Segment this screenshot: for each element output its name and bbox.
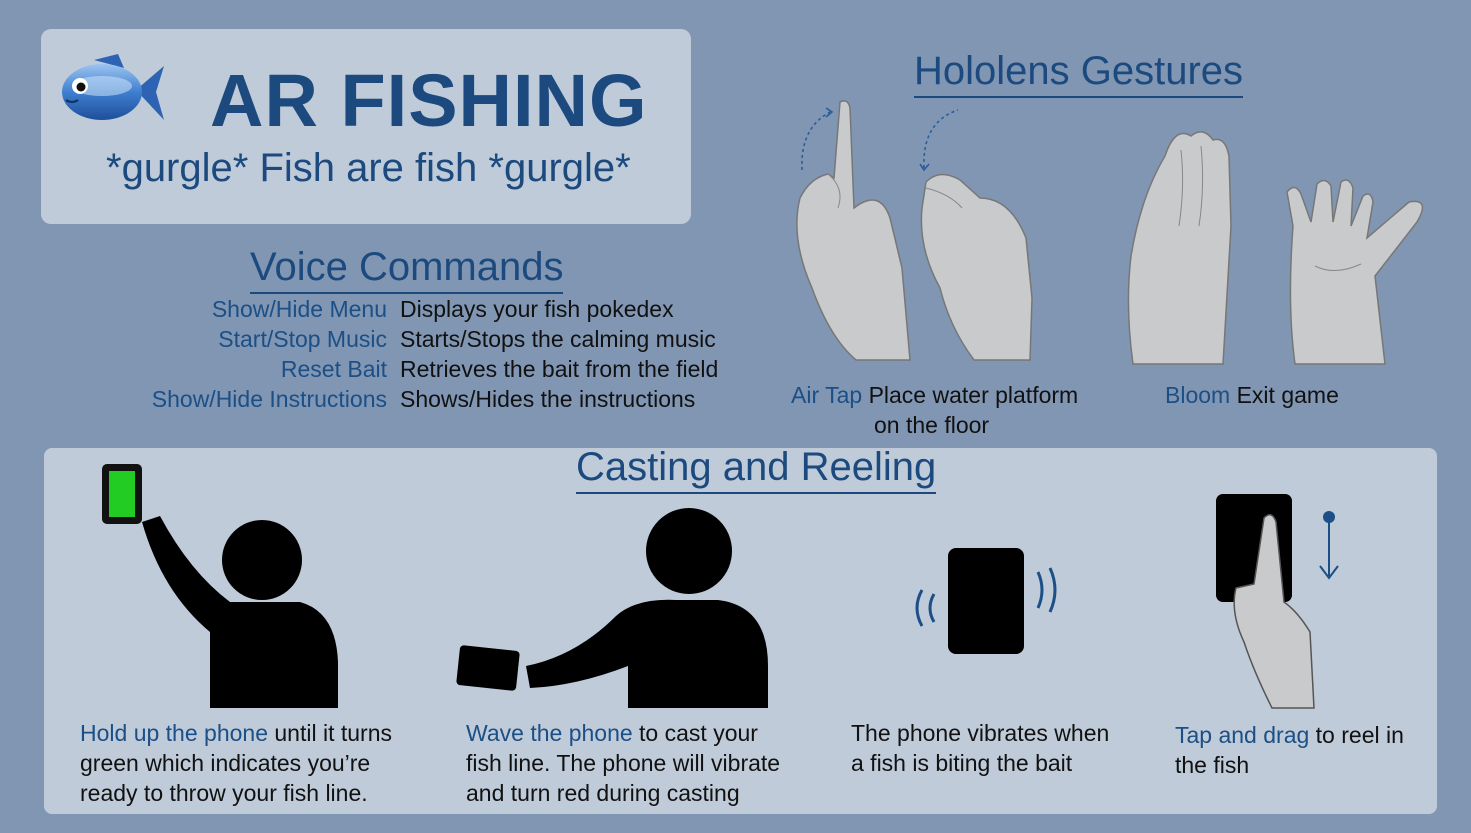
voice-command-name: Show/Hide Instructions (151, 386, 387, 412)
step-vibrate-line1: The phone vibrates when (851, 720, 1110, 746)
air-tap-label: Air Tap (791, 382, 863, 408)
bloom-label: Bloom (1165, 382, 1231, 408)
voice-commands-list: Show/Hide Menu Displays your fish pokede… (0, 296, 760, 416)
step-hold-line1: until it turns (268, 720, 392, 746)
step-wave-highlight: Wave the phone (466, 720, 633, 746)
voice-command-row: Reset Bait Retrieves the bait from the f… (0, 356, 760, 386)
bloom-desc: Exit game (1236, 382, 1339, 408)
voice-command-row: Show/Hide Menu Displays your fish pokede… (0, 296, 760, 326)
step-wave-line1: to cast your (632, 720, 758, 746)
voice-command-action: Retrieves the bait from the field (400, 356, 719, 382)
air-tap-desc-line2: on the floor (874, 412, 990, 438)
step-hold-line3: ready to throw your fish line. (80, 780, 368, 806)
air-tap-caption: Air Tap Place water platform (791, 380, 1078, 410)
step-wave-caption: Wave the phone to cast your fish line. T… (466, 718, 780, 808)
step-hold-highlight: Hold up the phone (80, 720, 268, 746)
voice-command-name: Reset Bait (280, 356, 387, 382)
vibrating-phone-icon (915, 548, 1057, 654)
step-drag-highlight: Tap and drag (1175, 722, 1310, 748)
air-tap-hands-icon (796, 100, 1033, 361)
voice-command-row: Show/Hide Instructions Shows/Hides the i… (0, 386, 760, 416)
step-drag-line2: the fish (1175, 752, 1250, 778)
bloom-caption: Bloom Exit game (1165, 380, 1339, 410)
casting-heading: Casting and Reeling (576, 444, 937, 494)
voice-command-action: Shows/Hides the instructions (400, 386, 696, 412)
hololens-gestures-heading: Hololens Gestures (914, 48, 1244, 98)
voice-command-name: Start/Stop Music (218, 326, 387, 352)
step-hold-caption: Hold up the phone until it turns green w… (80, 718, 392, 808)
voice-command-action: Displays your fish pokedex (400, 296, 674, 322)
person-holding-phone-up-icon (102, 464, 338, 708)
voice-command-action: Starts/Stops the calming music (400, 326, 716, 352)
step-hold-line2: green which indicates you’re (80, 750, 371, 776)
app-subtitle: *gurgle* Fish are fish *gurgle* (106, 146, 631, 190)
bloom-hands-icon (1127, 131, 1424, 365)
step-wave-line2: fish line. The phone will vibrate (466, 750, 781, 776)
air-tap-desc-line1: Place water platform (868, 382, 1079, 408)
voice-command-row: Start/Stop Music Starts/Stops the calmin… (0, 326, 760, 356)
step-vibrate-line2: a fish is biting the bait (851, 750, 1073, 776)
step-vibrate-caption: The phone vibrates when a fish is biting… (851, 718, 1109, 778)
app-title: AR FISHING (210, 59, 648, 142)
step-drag-line1: to reel in (1309, 722, 1404, 748)
step-drag-caption: Tap and drag to reel in the fish (1175, 720, 1404, 780)
person-waving-phone-icon (456, 508, 768, 708)
tap-and-drag-hand-icon (1216, 494, 1339, 709)
voice-commands-heading: Voice Commands (250, 244, 564, 294)
voice-command-name: Show/Hide Menu (211, 296, 387, 322)
blue-fish-icon (62, 54, 164, 120)
step-wave-line3: and turn red during casting (466, 780, 740, 806)
